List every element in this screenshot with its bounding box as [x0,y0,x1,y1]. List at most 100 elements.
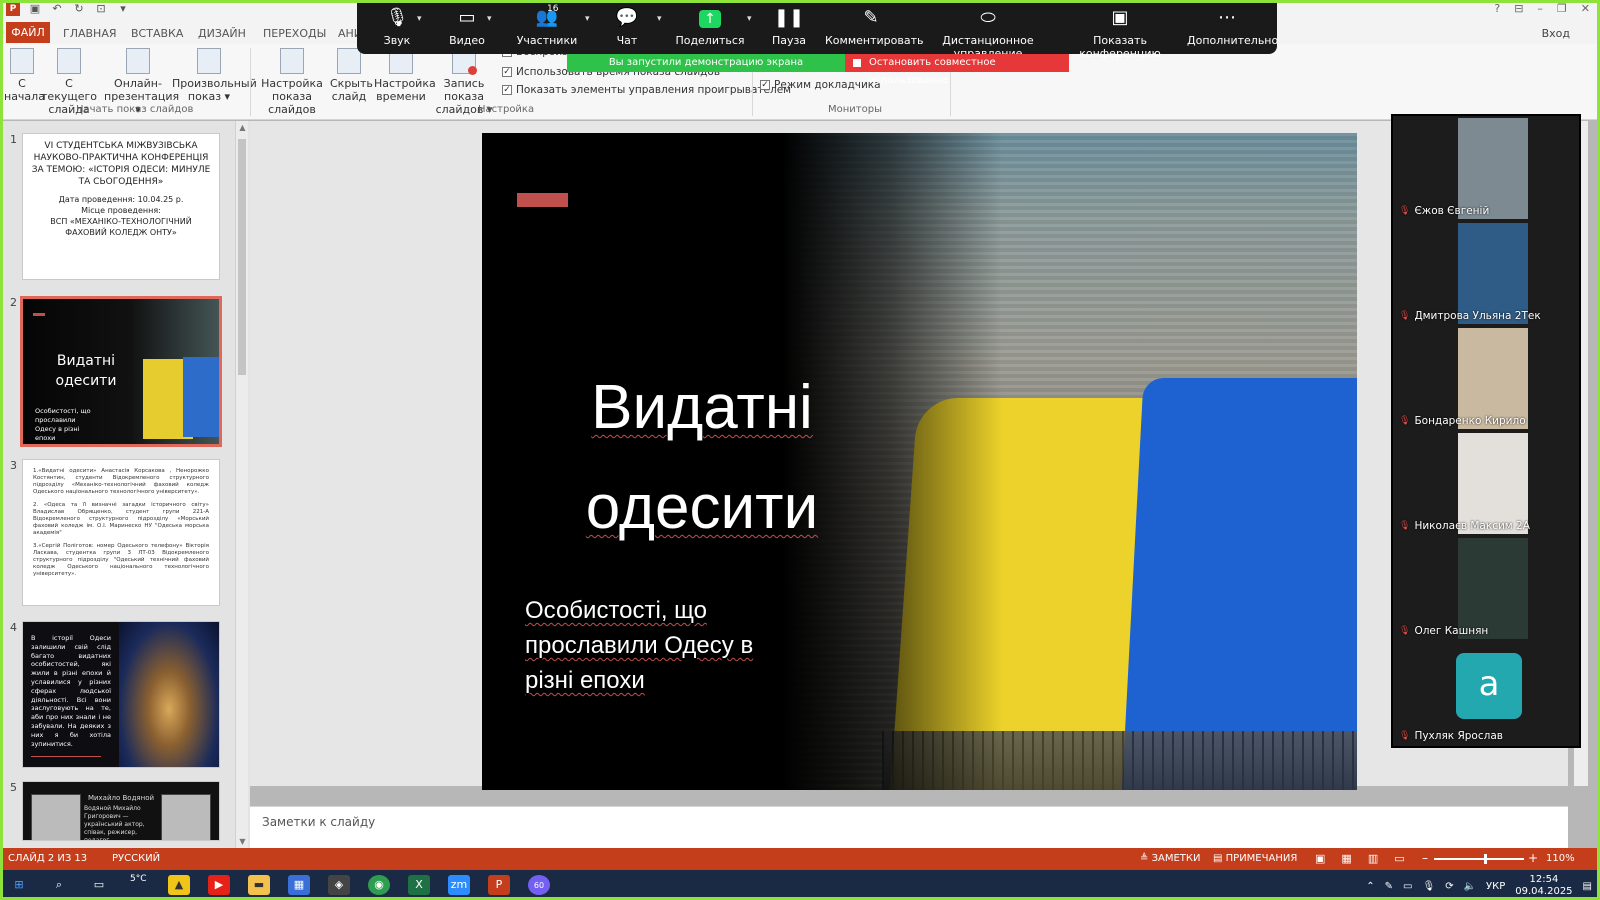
zoom-annotate-button[interactable]: ✎ Комментировать [825,6,923,47]
slideshow-view-icon[interactable]: ▭ [1394,852,1404,865]
chevron-down-icon[interactable]: ▾ [747,14,752,24]
pencil-icon: ✎ [863,7,879,28]
volume-icon[interactable]: 🔈 [1464,881,1476,892]
help-icon[interactable]: ? [1494,2,1500,15]
task-view-icon[interactable]: ▭ [88,875,110,895]
checkbox-presenter-view[interactable]: ✓ Режим докладчика [760,79,881,91]
warning-app-icon[interactable]: ▲ [168,875,190,895]
notifications-icon[interactable]: ▤ [1583,881,1592,892]
zoom-in-icon[interactable]: + [1528,851,1538,865]
current-slide[interactable]: Видатні одесити Особистості, що прослави… [482,133,1357,790]
tab-design[interactable]: ДИЗАЙН [198,23,246,44]
slideshow-icon[interactable]: ⊡ [94,2,108,16]
checkbox-show-media-controls[interactable]: ✓ Показать элементы управления проигрыват… [502,84,791,96]
thumbnail-scrollbar[interactable]: ▲ ▼ [235,121,248,848]
tab-file[interactable]: ФАЙЛ [6,22,50,43]
zoom-audio-button[interactable]: 🎙 Звук ▾ [367,6,427,47]
zoom-video-button[interactable]: ▭ Видео ▾ [437,6,497,47]
app-icon[interactable]: ◈ [328,875,350,895]
slide-thumbnail-2[interactable]: Видатні одесити Особистості, що прослави… [20,296,222,447]
notes-toggle[interactable]: ≜ ЗАМЕТКИ [1140,853,1200,864]
file-explorer-icon[interactable]: ▬ [248,875,270,895]
chevron-down-icon[interactable]: ▾ [417,14,422,24]
slide-subtitle[interactable]: Особистості, що прославили Одесу в різні… [525,593,815,698]
zoom-app-icon[interactable]: zm [448,875,470,899]
zoom-share-button[interactable]: ↑ Поделиться ▾ [675,6,752,47]
zoom-remote-control-button[interactable]: ⬭ Дистанционное управление [920,6,1056,60]
powerpoint-taskbar-icon[interactable]: P [488,875,510,899]
chevron-down-icon[interactable]: ▾ [657,14,662,24]
redo-icon[interactable]: ↻ [72,2,86,16]
restore-icon[interactable]: ❐ [1557,2,1567,15]
sign-in-link[interactable]: Вход [1542,23,1570,44]
custom-show-button[interactable]: Произвольный показ ▾ [172,48,257,103]
network-icon[interactable]: ▭ [1403,881,1412,892]
custom-show-icon [197,48,221,74]
language-indicator[interactable]: РУССКИЙ [112,853,160,864]
tab-insert[interactable]: ВСТАВКА [131,23,183,44]
zoom-slider[interactable] [1434,854,1524,864]
start-icon[interactable]: ⊞ [8,875,30,895]
slide-sorter-icon[interactable]: ▦ [1341,852,1351,865]
slide-title[interactable]: Видатні одесити [542,358,862,558]
thumb-text-column: Михайло Водяной Водяной Михайло Григоров… [84,794,158,840]
zoom-pause-button[interactable]: ❚❚ Пауза [759,6,819,47]
from-beginning-button[interactable]: С начала [4,48,45,103]
tray-chevron-icon[interactable]: ⌃ [1366,881,1374,892]
flag-blue-shape [183,357,219,437]
zoom-meeting-toolbar: 🎙 Звук ▾ ▭ Видео ▾ 16 👥 Участники ▾ 💬 Ча… [357,0,1278,60]
zoom-participants-button[interactable]: 16 👥 Участники ▾ [507,4,590,47]
zoom-out-icon[interactable]: – [1422,851,1428,865]
zoom-chat-button[interactable]: 💬 Чат ▾ [597,6,662,47]
search-icon[interactable]: ⌕ [48,875,70,895]
undo-icon[interactable]: ↶ [50,2,64,16]
pen-icon[interactable]: ✎ [1385,881,1393,892]
store-icon[interactable]: ▦ [288,875,310,895]
chevron-down-icon[interactable]: ▾ [585,14,590,24]
participant-tile[interactable]: 🎙 Дмитрова Ульяна 2Тек [1393,221,1579,326]
participant-tile[interactable]: 🎙 Бондаренко Кирило [1393,326,1579,431]
save-icon[interactable]: ▣ [28,2,42,16]
youtube-icon[interactable]: ▶ [208,875,230,895]
rehearse-timings-button[interactable]: Настройка времени [374,48,436,103]
participant-tile[interactable]: 🎙 Єжов Євгеній [1393,116,1579,221]
viber-icon[interactable]: 60 [528,875,550,895]
sync-icon[interactable]: ⟳ [1445,881,1453,892]
zoom-slider-knob[interactable] [1484,854,1487,864]
tab-home[interactable]: ГЛАВНАЯ [63,23,117,44]
slide-thumbnail-1[interactable]: VI СТУДЕНТСЬКА МІЖВУЗІВСЬКА НАУКОВО-ПРАК… [22,133,220,280]
scroll-thumb[interactable] [238,139,246,375]
ribbon-display-icon[interactable]: ⊟ [1514,2,1523,15]
zoom-level[interactable]: 110% [1546,853,1575,864]
tab-transitions[interactable]: ПЕРЕХОДЫ [263,23,326,44]
participant-tile[interactable]: a 🎙 Пухляк Ярослав [1393,641,1579,746]
slide-thumbnail-4[interactable]: В історії Одеси залишили свій слід багат… [22,621,220,768]
slide-thumbnail-5[interactable]: Михайло Водяной Водяной Михайло Григоров… [22,781,220,841]
notes-pane[interactable]: Заметки к слайду [250,806,1568,848]
scroll-down-icon[interactable]: ▼ [238,837,247,846]
reading-view-icon[interactable]: ▥ [1368,852,1378,865]
share-screen-icon: ↑ [699,10,721,28]
zoom-more-button[interactable]: ⋯ Дополнительно [1187,6,1278,47]
scroll-up-icon[interactable]: ▲ [238,123,247,132]
input-language[interactable]: УКР [1486,881,1505,892]
thumb-subtitle: Особистості, що прославили Одесу в різні… [35,407,91,442]
participant-tile[interactable]: 🎙 Олег Кашнян [1393,536,1579,641]
close-icon[interactable]: ✕ [1581,2,1590,15]
customize-qat-icon[interactable]: ▾ [116,2,130,16]
chrome-icon[interactable]: ◉ [368,875,390,895]
chevron-down-icon[interactable]: ▾ [487,14,492,24]
microphone-tray-icon[interactable]: 🎙 [1423,881,1436,892]
setup-show-button[interactable]: Настройка показа слайдов [254,48,330,116]
weather-widget[interactable]: 5°C [130,874,147,884]
stop-share-button[interactable]: Остановить совместное использование [845,54,1069,86]
participant-tile[interactable]: 🎙 Николаєв Максим 2А [1393,431,1579,536]
clock[interactable]: 12:54 09.04.2025 [1515,874,1572,898]
hide-slide-button[interactable]: Скрыть слайд [330,48,373,103]
zoom-show-meeting-button[interactable]: ▣ Показать конференцию [1063,6,1177,60]
excel-icon[interactable]: X [408,875,430,895]
slide-thumbnail-3[interactable]: 1.«Видатні одесити» Анастасія Корсакова … [22,459,220,606]
minimize-icon[interactable]: – [1537,2,1543,15]
comments-toggle[interactable]: ▤ ПРИМЕЧАНИЯ [1213,853,1297,864]
normal-view-icon[interactable]: ▣ [1315,852,1325,865]
